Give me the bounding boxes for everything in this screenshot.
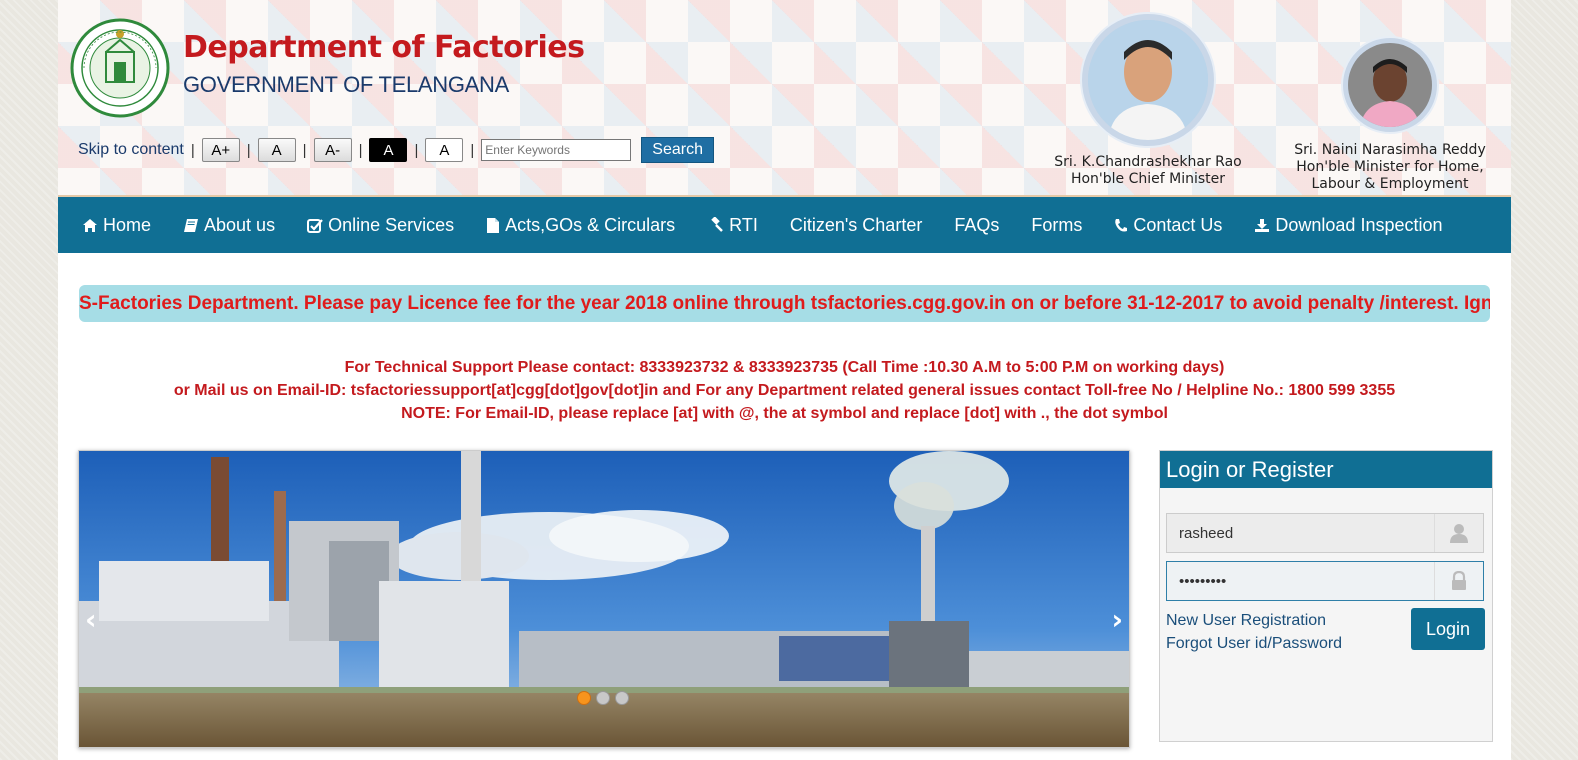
nav-label: Download Inspection <box>1275 214 1443 235</box>
minister-role: Hon'ble Minister for Home, Labour & Empl… <box>1296 159 1484 192</box>
main-nav: Home About us Online Services Acts,GOs &… <box>58 197 1511 253</box>
support-line-2: or Mail us on Email-ID: tsfactoriessuppo… <box>173 382 1396 399</box>
announcement-marquee[interactable]: S-Factories Department. Please pay Licen… <box>79 285 1490 322</box>
search-button[interactable]: Search <box>641 137 714 163</box>
separator: | <box>190 141 195 159</box>
user-icon <box>1434 514 1483 552</box>
username-field[interactable] <box>1166 513 1484 553</box>
image-slider[interactable]: ‹ › <box>78 450 1130 748</box>
separator: | <box>470 141 475 159</box>
lock-icon <box>1434 562 1483 600</box>
password-field[interactable] <box>1166 561 1484 601</box>
chief-minister-role: Hon'ble Chief Minister <box>1070 171 1226 187</box>
separator: | <box>302 141 307 159</box>
chief-minister-photo <box>1082 14 1214 146</box>
username-input[interactable] <box>1167 514 1434 552</box>
normal-contrast-button[interactable]: A <box>425 138 464 162</box>
site-header: Department of Factories GOVERNMENT OF TE… <box>58 0 1511 197</box>
separator: | <box>246 141 251 159</box>
gavel-icon <box>711 217 724 232</box>
login-button[interactable]: Login <box>1411 608 1485 650</box>
skip-to-content-link[interactable]: Skip to content <box>78 141 184 159</box>
nav-item-home[interactable]: Home <box>82 215 151 236</box>
nav-item-rti[interactable]: RTI <box>707 215 758 236</box>
search-input[interactable] <box>481 139 632 161</box>
nav-label: Home <box>103 214 152 235</box>
slider-dot-1[interactable] <box>577 691 591 705</box>
book-icon <box>184 218 199 232</box>
font-increase-button[interactable]: A+ <box>201 138 240 162</box>
font-decrease-button[interactable]: A- <box>313 138 352 162</box>
slider-next-arrow[interactable]: › <box>1111 603 1123 636</box>
support-line-1: For Technical Support Please contact: 83… <box>344 359 1225 376</box>
nav-label: Acts,GOs & Circulars <box>505 214 676 235</box>
nav-item-about[interactable]: About us <box>183 215 275 236</box>
nav-item-faqs[interactable]: FAQs <box>954 215 999 236</box>
nav-item-contact[interactable]: Contact Us <box>1114 215 1222 236</box>
nav-label: Online Services <box>328 214 455 235</box>
file-icon <box>487 217 500 233</box>
login-panel: Login or Register New User Registration … <box>1159 450 1493 742</box>
nav-label: RTI <box>729 214 758 235</box>
nav-item-online-services[interactable]: Online Services <box>307 215 454 236</box>
home-icon <box>83 218 97 232</box>
minister-name: Sri. Naini Narasimha Reddy <box>1294 142 1486 158</box>
nav-label: Forms <box>1031 214 1083 235</box>
password-input[interactable] <box>1167 562 1434 600</box>
forgot-password-link[interactable]: Forgot User id/Password <box>1166 635 1342 653</box>
support-line-3: NOTE: For Email-ID, please replace [at] … <box>401 405 1168 422</box>
new-user-registration-link[interactable]: New User Registration <box>1166 612 1326 630</box>
high-contrast-button[interactable]: A <box>369 138 408 162</box>
nav-label: Citizen's Charter <box>789 214 923 235</box>
nav-item-forms[interactable]: Forms <box>1031 215 1082 236</box>
slider-prev-arrow[interactable]: ‹ <box>85 603 97 636</box>
nav-label: About us <box>204 214 276 235</box>
slider-dots <box>577 691 629 705</box>
chief-minister-name: Sri. K.Chandrashekhar Rao <box>1054 154 1242 170</box>
minister-photo <box>1343 38 1437 132</box>
support-info: For Technical Support Please contact: 83… <box>58 356 1511 425</box>
minister-card: Sri. Naini Narasimha Reddy Hon'ble Minis… <box>1283 38 1497 193</box>
telangana-emblem-icon[interactable] <box>70 18 170 118</box>
marquee-text: S-Factories Department. Please pay Licen… <box>79 292 1490 314</box>
nav-item-citizens-charter[interactable]: Citizen's Charter <box>790 215 922 236</box>
site-title: Department of Factories <box>183 30 585 65</box>
login-title: Login or Register <box>1160 451 1492 488</box>
site-subtitle: GOVERNMENT OF TELANGANA <box>183 72 510 97</box>
chief-minister-card: Sri. K.Chandrashekhar Rao Hon'ble Chief … <box>1048 14 1248 188</box>
separator: | <box>358 141 363 159</box>
download-icon <box>1255 218 1270 232</box>
page-container: Department of Factories GOVERNMENT OF TE… <box>58 0 1511 760</box>
nav-label: FAQs <box>954 214 1000 235</box>
separator: | <box>414 141 419 159</box>
slider-dot-3[interactable] <box>615 691 629 705</box>
check-square-icon <box>307 218 323 233</box>
nav-item-download-inspection[interactable]: Download Inspection <box>1254 214 1443 236</box>
nav-item-acts[interactable]: Acts,GOs & Circulars <box>486 215 675 236</box>
nav-label: Contact Us <box>1133 214 1223 235</box>
font-normal-button[interactable]: A <box>257 138 296 162</box>
accessibility-toolbar: Skip to content | A+ | A | A- | A | A | … <box>78 136 714 164</box>
slider-dot-2[interactable] <box>596 691 610 705</box>
phone-icon <box>1115 218 1128 231</box>
